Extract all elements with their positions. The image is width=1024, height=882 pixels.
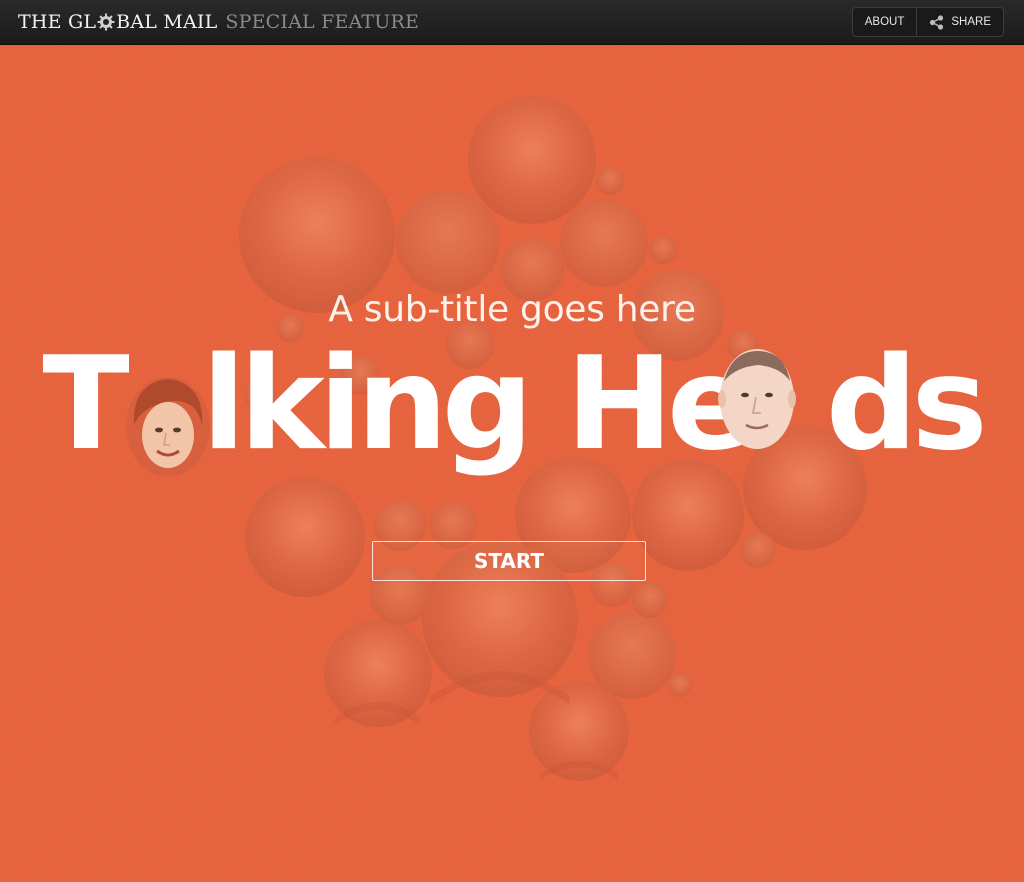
hero-section: A sub-title goes here Tlking He ds START xyxy=(0,45,1024,882)
share-label: SHARE xyxy=(951,16,991,28)
brand-text-end: BAL MAIL xyxy=(116,11,218,33)
start-button[interactable]: START xyxy=(372,541,646,581)
special-feature-label: SPECIAL FEATURE xyxy=(225,11,420,33)
about-button[interactable]: ABOUT xyxy=(853,8,917,36)
title-text-middle: lking He xyxy=(201,330,754,479)
title-text-end: ds xyxy=(825,330,988,479)
header-nav: ABOUT SHARE xyxy=(851,7,1004,37)
brand-logo[interactable]: THE GL BAL MAIL SPECIAL FEATURE xyxy=(18,10,419,34)
about-label: ABOUT xyxy=(864,16,905,28)
gear-logo-icon xyxy=(97,13,115,31)
hero-subtitle: A sub-title goes here xyxy=(328,289,696,330)
portrait-head-left xyxy=(126,377,210,477)
share-icon xyxy=(930,14,944,30)
top-bar: THE GL BAL MAIL SPECIAL FEATURE ABOUT SH… xyxy=(0,0,1024,45)
share-button[interactable]: SHARE xyxy=(916,8,1003,36)
title-text-start: T xyxy=(42,330,129,479)
brand-text-start: THE GL xyxy=(18,11,97,33)
portrait-head-right xyxy=(718,349,796,449)
